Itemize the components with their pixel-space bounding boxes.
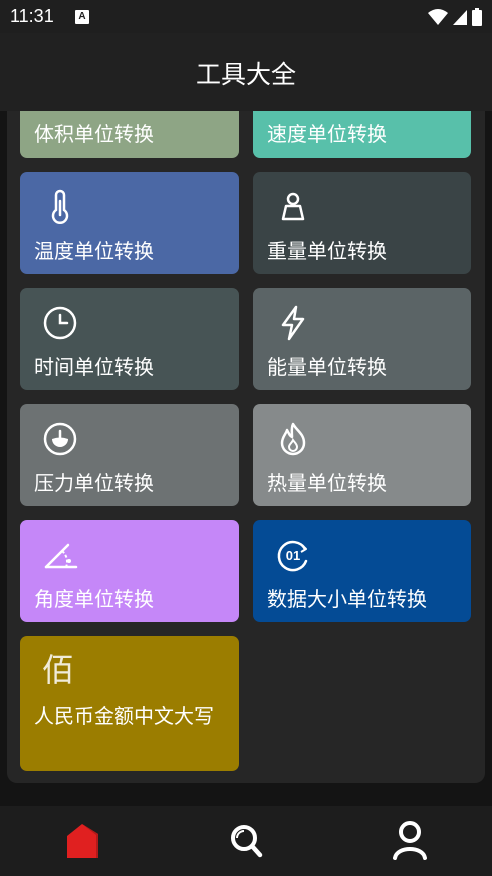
card-pressure-conversion[interactable]: 压力单位转换 (20, 404, 239, 506)
card-weight-conversion[interactable]: 重量单位转换 (253, 172, 471, 274)
card-label: 人民币金额中文大写 (34, 704, 214, 728)
card-label: 时间单位转换 (34, 355, 154, 379)
card-temperature-conversion[interactable]: 温度单位转换 (20, 172, 239, 274)
card-data-size-conversion[interactable]: 01 数据大小单位转换 (253, 520, 471, 622)
search-icon (231, 825, 263, 858)
status-time: 11:31 (10, 6, 54, 26)
notification-a-icon: A (75, 10, 89, 24)
app-bar: 工具大全 (0, 33, 492, 111)
angle-icon (44, 543, 78, 569)
signal-icon (453, 10, 467, 25)
card-label: 数据大小单位转换 (267, 587, 427, 611)
status-bar: 11:31 A (0, 0, 492, 33)
lightning-icon (281, 305, 305, 341)
home-icon (67, 824, 98, 858)
flame-icon (280, 422, 306, 456)
card-label: 重量单位转换 (267, 239, 387, 263)
nav-home[interactable] (60, 818, 108, 864)
card-speed-conversion[interactable]: 速度单位转换 (253, 111, 471, 158)
card-volume-conversion[interactable]: 体积单位转换 (20, 111, 239, 158)
clock-icon (43, 306, 77, 340)
card-angle-conversion[interactable]: 角度单位转换 (20, 520, 239, 622)
card-label: 热量单位转换 (267, 471, 387, 495)
wifi-icon (428, 9, 448, 25)
bottom-navigation (0, 806, 492, 876)
nav-search[interactable] (222, 818, 270, 864)
card-heat-conversion[interactable]: 热量单位转换 (253, 404, 471, 506)
bai-character-icon: 佰 (42, 651, 75, 689)
person-icon (393, 821, 427, 860)
data-01-icon: 01 (277, 540, 308, 572)
card-label: 压力单位转换 (34, 471, 154, 495)
pressure-gauge-icon (43, 422, 77, 456)
battery-icon (472, 8, 482, 26)
card-energy-conversion[interactable]: 能量单位转换 (253, 288, 471, 390)
tool-grid[interactable]: 体积单位转换 速度单位转换 温度单位转换 重量单位转换 时间单位转换 能量单位转… (7, 111, 485, 783)
card-label: 能量单位转换 (267, 355, 387, 379)
status-icons (428, 7, 482, 27)
nav-profile[interactable] (386, 818, 434, 864)
card-label: 角度单位转换 (34, 587, 154, 611)
card-label: 体积单位转换 (34, 122, 154, 146)
card-label: 温度单位转换 (34, 239, 154, 263)
thermometer-icon (51, 189, 69, 224)
weight-icon (281, 192, 305, 221)
card-label: 速度单位转换 (267, 122, 387, 146)
svg-text:01: 01 (286, 548, 300, 563)
card-rmb-chinese-amount[interactable]: 佰 人民币金额中文大写 (20, 636, 239, 771)
card-time-conversion[interactable]: 时间单位转换 (20, 288, 239, 390)
page-title: 工具大全 (195, 60, 296, 89)
